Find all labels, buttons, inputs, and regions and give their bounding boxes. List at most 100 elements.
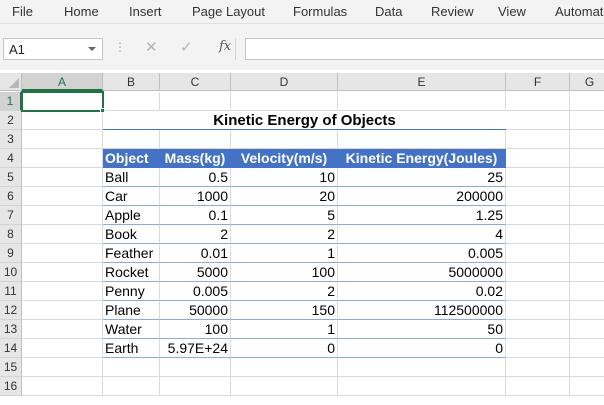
cell-g6[interactable] xyxy=(570,187,604,206)
column-header-e[interactable]: E xyxy=(338,73,506,91)
cell-a12[interactable] xyxy=(22,301,103,320)
cell-a14[interactable] xyxy=(22,339,103,358)
cell-g15[interactable] xyxy=(570,358,604,377)
cell-g7[interactable] xyxy=(570,206,604,225)
sheet-title[interactable]: Kinetic Energy of Objects xyxy=(103,111,506,130)
table-value-cell[interactable]: 25 xyxy=(338,168,506,187)
tab-automate[interactable]: Automat xyxy=(555,4,603,19)
table-value-cell[interactable]: 200000 xyxy=(338,187,506,206)
cell-f3[interactable] xyxy=(506,130,570,149)
table-value-cell[interactable]: 1 xyxy=(231,320,338,339)
table-value-cell[interactable]: 0.5 xyxy=(160,168,231,187)
object-name-cell[interactable]: Water xyxy=(103,320,160,339)
table-value-cell[interactable]: 5000000 xyxy=(338,263,506,282)
table-value-cell[interactable]: 0 xyxy=(338,339,506,358)
more-options-icon[interactable]: ⋮ xyxy=(114,40,126,54)
cell-f8[interactable] xyxy=(506,225,570,244)
row-header-12[interactable]: 12 xyxy=(0,301,22,320)
cell-g16[interactable] xyxy=(570,377,604,396)
table-value-cell[interactable]: 50000 xyxy=(160,301,231,320)
cell-c16[interactable] xyxy=(160,377,231,396)
cell-a4[interactable] xyxy=(22,149,103,168)
cell-a15[interactable] xyxy=(22,358,103,377)
object-name-cell[interactable]: Feather xyxy=(103,244,160,263)
cell-g3[interactable] xyxy=(570,130,604,149)
row-header-5[interactable]: 5 xyxy=(0,168,22,187)
table-header-cell[interactable]: Mass(kg) xyxy=(160,149,231,168)
column-header-a[interactable]: A xyxy=(22,73,103,91)
object-name-cell[interactable]: Ball xyxy=(103,168,160,187)
cell-b15[interactable] xyxy=(103,358,160,377)
row-header-2[interactable]: 2 xyxy=(0,111,22,130)
cell-d1[interactable] xyxy=(231,92,338,111)
row-header-3[interactable]: 3 xyxy=(0,130,22,149)
cell-f15[interactable] xyxy=(506,358,570,377)
table-value-cell[interactable]: 0.02 xyxy=(338,282,506,301)
cell-a13[interactable] xyxy=(22,320,103,339)
cell-f13[interactable] xyxy=(506,320,570,339)
active-cell-a1[interactable] xyxy=(21,91,104,112)
row-header-13[interactable]: 13 xyxy=(0,320,22,339)
cell-g5[interactable] xyxy=(570,168,604,187)
table-value-cell[interactable]: 100 xyxy=(231,263,338,282)
row-header-16[interactable]: 16 xyxy=(0,377,22,396)
cell-f14[interactable] xyxy=(506,339,570,358)
cell-f2[interactable] xyxy=(506,111,570,130)
row-header-4[interactable]: 4 xyxy=(0,149,22,168)
enter-icon[interactable]: ✓ xyxy=(180,38,193,56)
cell-a11[interactable] xyxy=(22,282,103,301)
table-value-cell[interactable]: 20 xyxy=(231,187,338,206)
table-value-cell[interactable]: 0.005 xyxy=(160,282,231,301)
table-value-cell[interactable]: 5.97E+24 xyxy=(160,339,231,358)
cell-g4[interactable] xyxy=(570,149,604,168)
table-value-cell[interactable]: 0.01 xyxy=(160,244,231,263)
table-header-cell[interactable]: Object xyxy=(103,149,160,168)
table-value-cell[interactable]: 50 xyxy=(338,320,506,339)
cell-f12[interactable] xyxy=(506,301,570,320)
cancel-icon[interactable]: ✕ xyxy=(145,38,158,56)
row-header-15[interactable]: 15 xyxy=(0,358,22,377)
cell-a8[interactable] xyxy=(22,225,103,244)
cell-d16[interactable] xyxy=(231,377,338,396)
cell-e3[interactable] xyxy=(338,130,506,149)
table-header-cell[interactable]: Velocity(m/s) xyxy=(231,149,338,168)
cell-f6[interactable] xyxy=(506,187,570,206)
cell-a16[interactable] xyxy=(22,377,103,396)
column-header-f[interactable]: F xyxy=(506,73,570,91)
cell-b1[interactable] xyxy=(103,92,160,111)
formula-input[interactable] xyxy=(245,38,604,60)
object-name-cell[interactable]: Book xyxy=(103,225,160,244)
cell-f7[interactable] xyxy=(506,206,570,225)
name-box[interactable]: A1 xyxy=(3,38,103,60)
tab-page-layout[interactable]: Page Layout xyxy=(192,4,265,19)
cell-g12[interactable] xyxy=(570,301,604,320)
object-name-cell[interactable]: Plane xyxy=(103,301,160,320)
table-value-cell[interactable]: 0.1 xyxy=(160,206,231,225)
cell-g9[interactable] xyxy=(570,244,604,263)
cell-a7[interactable] xyxy=(22,206,103,225)
row-header-1[interactable]: 1 xyxy=(0,92,22,111)
column-header-g[interactable]: G xyxy=(570,73,604,91)
cell-c1[interactable] xyxy=(160,92,231,111)
table-value-cell[interactable]: 2 xyxy=(160,225,231,244)
row-header-7[interactable]: 7 xyxy=(0,206,22,225)
cell-c15[interactable] xyxy=(160,358,231,377)
fill-handle[interactable] xyxy=(100,108,105,113)
table-value-cell[interactable]: 150 xyxy=(231,301,338,320)
cell-f5[interactable] xyxy=(506,168,570,187)
cell-a10[interactable] xyxy=(22,263,103,282)
cell-a6[interactable] xyxy=(22,187,103,206)
object-name-cell[interactable]: Earth xyxy=(103,339,160,358)
table-header-cell[interactable]: Kinetic Energy(Joules) xyxy=(338,149,506,168)
cell-a3[interactable] xyxy=(22,130,103,149)
row-header-11[interactable]: 11 xyxy=(0,282,22,301)
table-value-cell[interactable]: 4 xyxy=(338,225,506,244)
row-header-6[interactable]: 6 xyxy=(0,187,22,206)
tab-home[interactable]: Home xyxy=(64,4,99,19)
row-header-9[interactable]: 9 xyxy=(0,244,22,263)
table-value-cell[interactable]: 112500000 xyxy=(338,301,506,320)
row-header-14[interactable]: 14 xyxy=(0,339,22,358)
insert-function-icon[interactable]: fx xyxy=(219,39,231,54)
cell-c3[interactable] xyxy=(160,130,231,149)
cell-a2[interactable] xyxy=(22,111,103,130)
